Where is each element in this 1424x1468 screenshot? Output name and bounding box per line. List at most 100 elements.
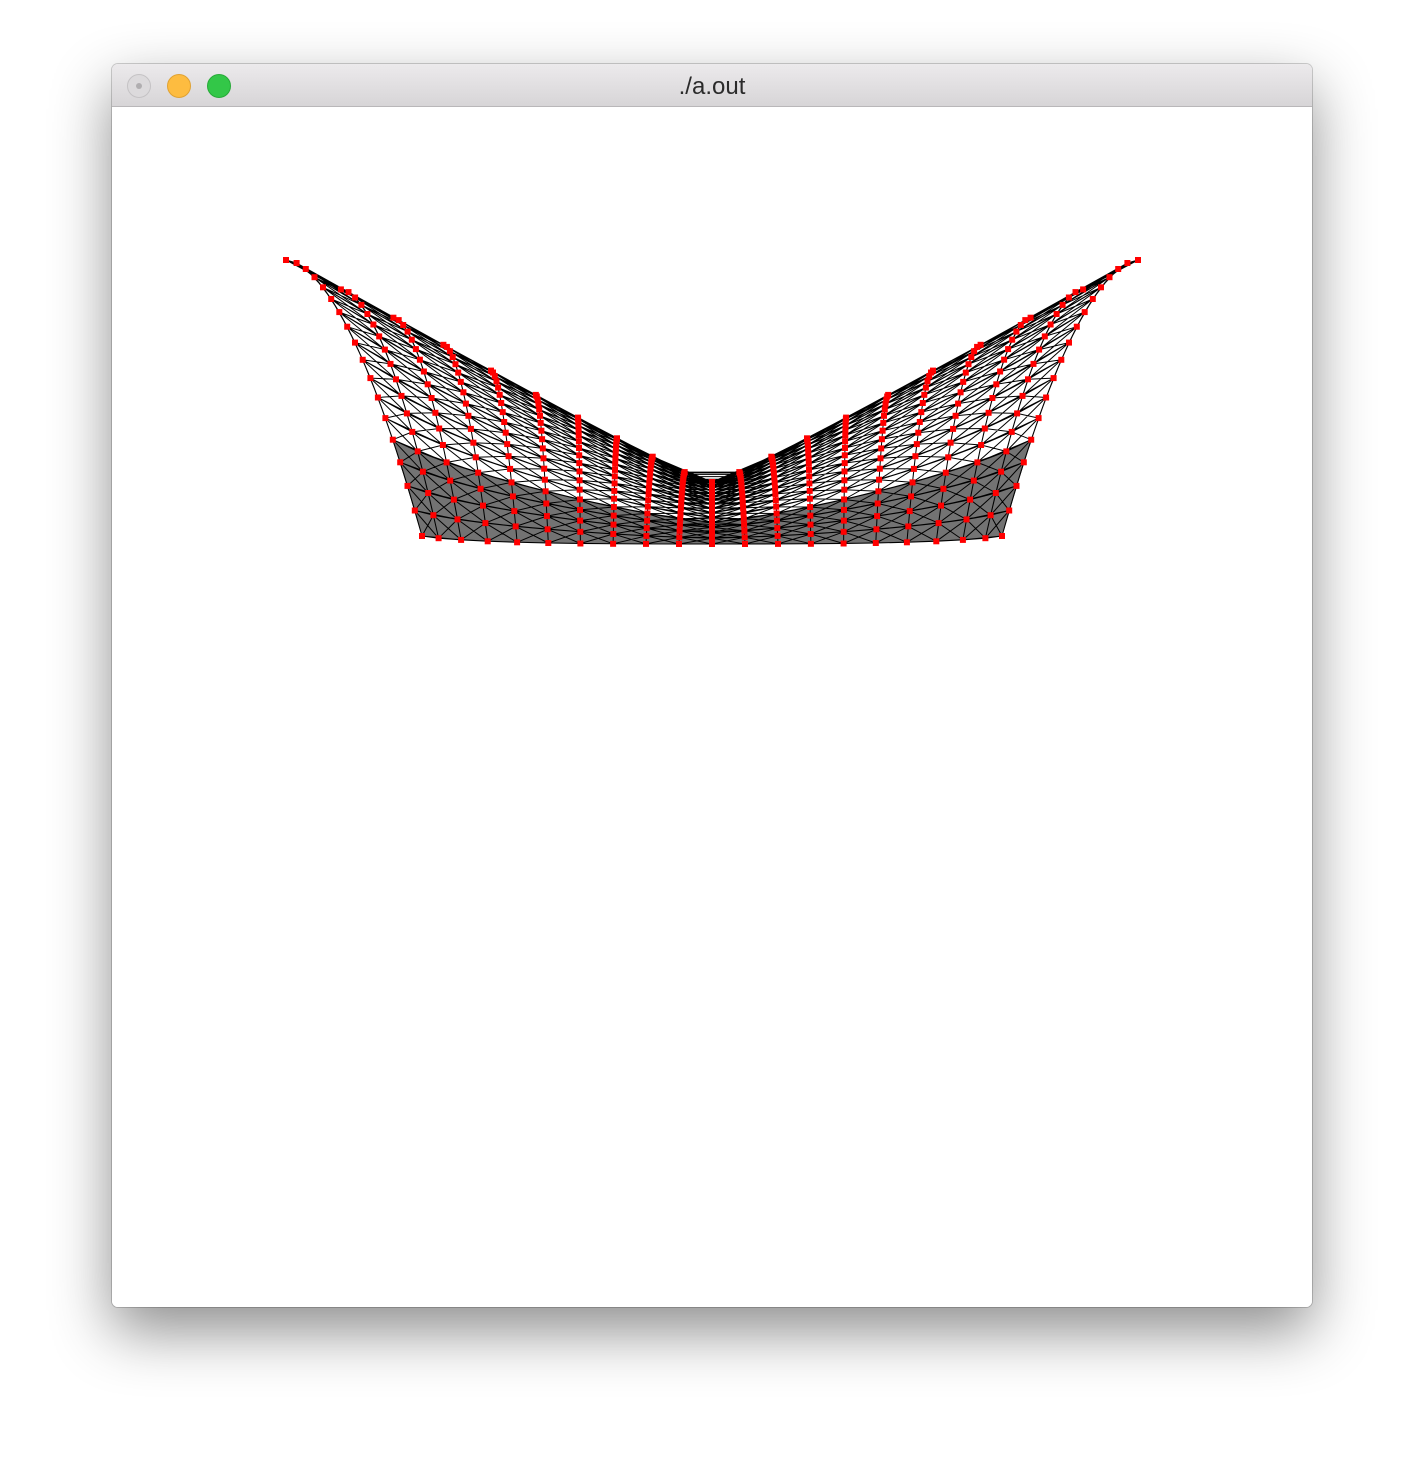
mesh-node (543, 500, 550, 507)
mesh-node (576, 486, 583, 493)
mesh-node (539, 436, 546, 443)
mesh-node (450, 496, 457, 503)
mesh-node (985, 409, 992, 416)
mesh-node (352, 294, 359, 301)
mesh-node (467, 425, 474, 432)
mesh-node (878, 445, 885, 452)
mesh-node (950, 425, 957, 432)
mesh-node (918, 409, 925, 416)
render-canvas[interactable] (112, 107, 1312, 1307)
mesh-node (403, 410, 410, 417)
app-window: ./a.out (112, 64, 1312, 1307)
mesh-node (283, 257, 289, 263)
mesh-node (430, 512, 437, 519)
mesh-node (772, 485, 779, 492)
window-title: ./a.out (678, 73, 746, 100)
mesh-node (320, 284, 326, 291)
mesh-node (1006, 507, 1013, 514)
mesh-node (1073, 323, 1080, 330)
mesh-node (841, 496, 848, 503)
mesh-node (992, 490, 999, 496)
mesh-node (842, 445, 848, 451)
mesh-node (457, 378, 464, 385)
mesh-node (328, 296, 335, 302)
mesh-node (963, 516, 970, 523)
mesh-node (425, 490, 432, 496)
mesh-node (880, 419, 887, 426)
mesh-node (1036, 346, 1043, 353)
mesh-node (805, 455, 812, 462)
mesh-node (411, 507, 418, 514)
mesh-node (876, 476, 883, 483)
mesh-node (544, 526, 551, 533)
mesh-node (538, 427, 545, 434)
mesh-node (806, 466, 812, 473)
mesh-node (773, 510, 780, 517)
mesh-node (874, 500, 881, 507)
mesh-node (922, 384, 929, 391)
mesh-node (541, 476, 548, 483)
mesh-node (677, 504, 684, 511)
mesh-node (576, 445, 582, 451)
mesh-node (1030, 360, 1037, 367)
mesh-node (458, 536, 465, 543)
mesh-node (435, 535, 442, 542)
mesh-node (841, 460, 848, 467)
mesh-node (644, 510, 651, 517)
mesh-node (352, 339, 358, 346)
mesh-node (968, 354, 975, 361)
mesh-node (449, 354, 456, 361)
mesh-node (612, 466, 618, 473)
mesh-node (1124, 260, 1131, 266)
mesh-node (576, 468, 583, 475)
mesh-node (404, 482, 411, 489)
mesh-node (998, 468, 1005, 475)
mesh-node (1019, 392, 1026, 399)
mesh-node (841, 468, 848, 475)
mesh-node (957, 389, 964, 396)
title-bar[interactable]: ./a.out (112, 64, 1312, 107)
mesh-node (774, 525, 781, 532)
mesh-node (502, 429, 509, 436)
mesh-node (771, 479, 778, 486)
mesh-node (454, 516, 461, 523)
mesh-node (773, 517, 780, 524)
mesh-node (576, 452, 583, 459)
mesh-node (1008, 428, 1015, 435)
mesh-node (773, 503, 780, 510)
mesh-node (575, 438, 582, 445)
mesh-node (971, 348, 978, 355)
mesh-node (909, 479, 916, 486)
mesh-node (439, 442, 446, 448)
mesh-node (511, 508, 518, 515)
mesh-node (495, 384, 502, 391)
mesh-node (344, 323, 351, 330)
mesh-node (493, 378, 500, 385)
mesh-node (610, 540, 617, 547)
mesh-node (841, 452, 848, 459)
mesh-node (1106, 274, 1113, 281)
mesh-node (970, 477, 977, 484)
mesh-node (535, 401, 542, 408)
mesh-node (612, 455, 619, 462)
mesh-node (842, 427, 849, 433)
mesh-node (610, 504, 617, 510)
mesh-node (404, 328, 411, 335)
mesh-node (577, 540, 584, 547)
mesh-node (774, 532, 781, 539)
mesh-node (370, 321, 377, 328)
mesh-node (443, 459, 450, 466)
mesh-node (428, 395, 435, 401)
mesh-node (499, 409, 506, 416)
mesh-node (419, 468, 426, 475)
mesh-node (420, 368, 427, 375)
mesh-node (610, 512, 617, 519)
mesh-node (611, 495, 618, 502)
mesh-node (455, 369, 462, 376)
mesh-node (610, 531, 617, 537)
mesh-node (507, 465, 514, 472)
mesh-node (912, 453, 919, 460)
mesh-node (480, 502, 486, 509)
mesh-node (398, 392, 405, 399)
mesh-node (840, 517, 847, 524)
